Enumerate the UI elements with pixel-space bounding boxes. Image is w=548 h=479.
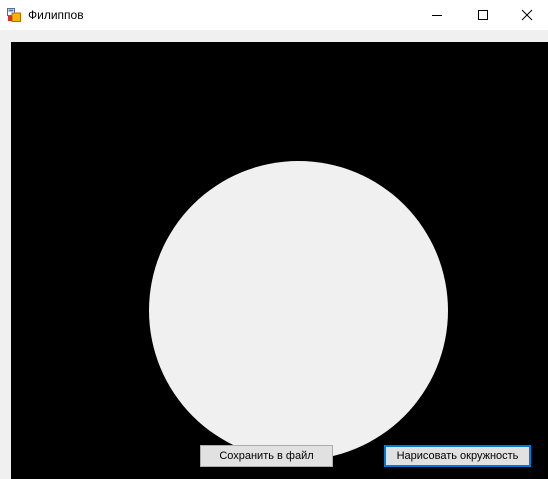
app-icon xyxy=(7,8,21,22)
maximize-button[interactable] xyxy=(460,0,506,30)
drawing-canvas xyxy=(11,42,548,479)
minimize-icon xyxy=(432,15,442,16)
drawn-circle xyxy=(149,161,448,460)
title-bar[interactable]: Филиппов xyxy=(0,0,548,30)
save-to-file-button[interactable]: Сохранить в файл xyxy=(200,445,333,467)
maximize-icon xyxy=(478,10,488,20)
close-icon xyxy=(521,9,533,21)
window-title: Филиппов xyxy=(28,8,84,22)
close-button[interactable] xyxy=(504,0,548,30)
app-window: Филиппов Сохранить в файл Нарисовать окр… xyxy=(0,0,548,479)
draw-circle-button[interactable]: Нарисовать окружность xyxy=(384,445,531,467)
minimize-button[interactable] xyxy=(414,0,460,30)
